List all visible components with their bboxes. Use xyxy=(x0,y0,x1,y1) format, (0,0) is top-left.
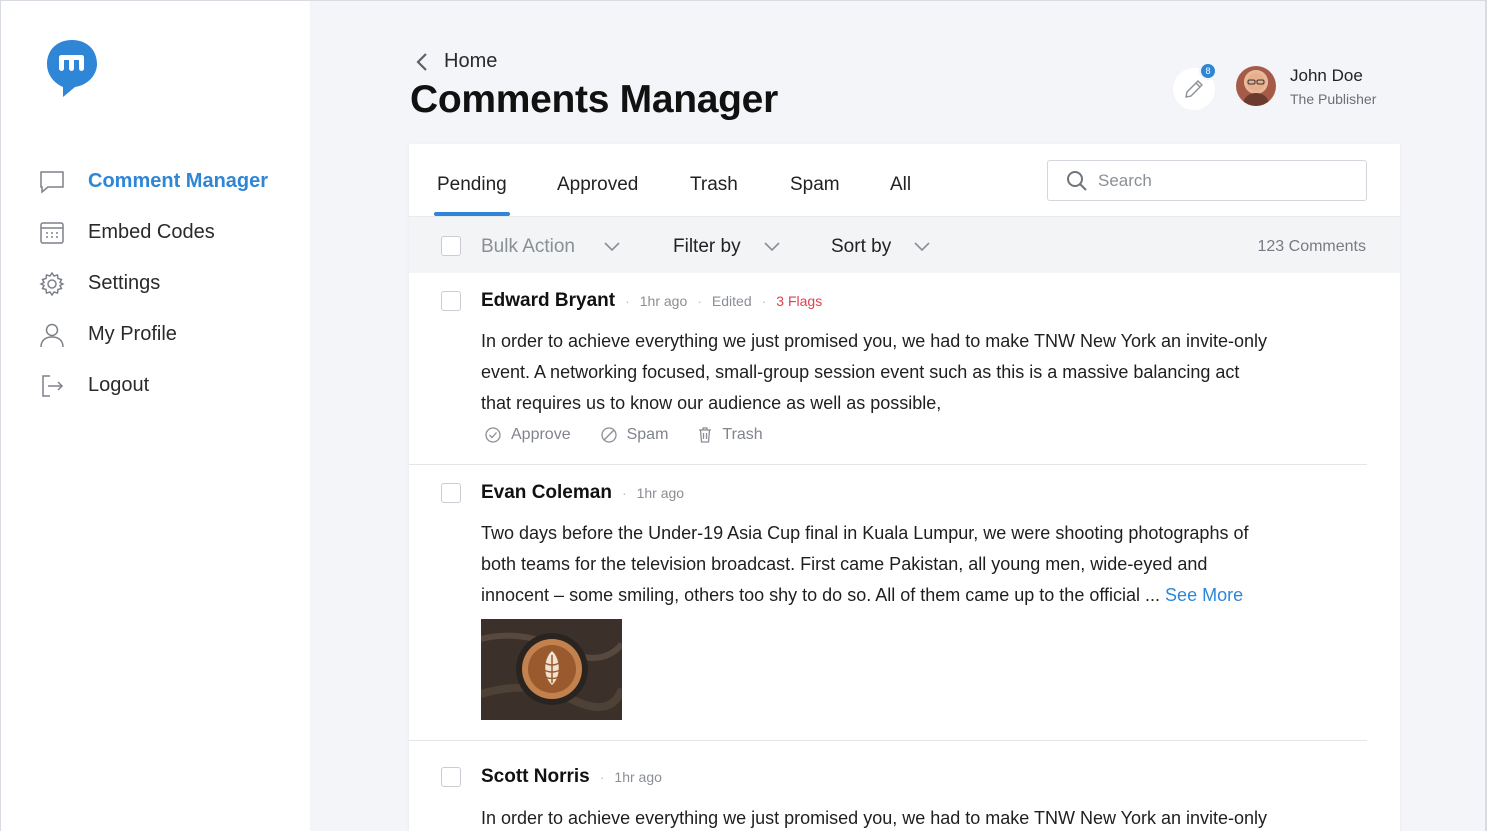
approve-button[interactable]: Approve xyxy=(485,426,571,444)
sort-by-label: Sort by xyxy=(831,236,892,257)
tab-bar: Pending Approved Trash Spam All xyxy=(409,144,1400,216)
breadcrumb-home: Home xyxy=(444,50,498,72)
comment-count: 123 Comments xyxy=(1257,238,1367,255)
sidebar-item-embed-codes[interactable]: Embed Codes xyxy=(38,207,268,258)
logout-icon xyxy=(38,372,66,400)
trash-icon xyxy=(699,427,712,443)
bulk-action-dropdown[interactable]: Bulk Action xyxy=(481,236,621,258)
comment-body: In order to achieve everything we just p… xyxy=(481,326,1311,419)
pencil-icon xyxy=(1185,80,1203,98)
comment-header: Edward Bryant · 1hr ago · Edited · 3 Fla… xyxy=(481,290,822,312)
check-circle-icon xyxy=(485,427,501,443)
user-role: The Publisher xyxy=(1290,91,1377,107)
chevron-down-icon xyxy=(764,242,780,252)
sidebar: Comment Manager Embed Codes Settings My … xyxy=(1,1,310,831)
sidebar-item-comment-manager[interactable]: Comment Manager xyxy=(38,156,268,207)
sidebar-item-settings[interactable]: Settings xyxy=(38,258,268,309)
trash-button[interactable]: Trash xyxy=(698,426,763,444)
select-all-checkbox[interactable] xyxy=(441,236,461,256)
comment-author: Edward Bryant xyxy=(481,290,616,311)
search-box xyxy=(1047,160,1367,201)
page-title: Comments Manager xyxy=(410,78,778,121)
spam-button[interactable]: Spam xyxy=(600,426,669,444)
sidebar-item-my-profile[interactable]: My Profile xyxy=(38,309,268,360)
tab-pending[interactable]: Pending xyxy=(434,174,510,216)
comment-checkbox[interactable] xyxy=(441,291,461,311)
comment-meta: · 1hr ago xyxy=(599,769,662,785)
comment-checkbox[interactable] xyxy=(441,483,461,503)
chevron-left-icon xyxy=(416,52,427,71)
comment-line: innocent – some smiling, others too shy … xyxy=(481,585,1244,605)
comment-header: Scott Norris · 1hr ago xyxy=(481,766,662,788)
spam-label: Spam xyxy=(626,426,669,443)
comment-edited: Edited xyxy=(711,293,752,309)
comment-time: 1hr ago xyxy=(614,769,662,785)
sidebar-item-label: Embed Codes xyxy=(88,221,215,243)
comment-header: Evan Coleman · 1hr ago xyxy=(481,482,684,504)
sidebar-item-label: My Profile xyxy=(88,323,177,345)
comment-meta: · 1hr ago · Edited · 3 Flags xyxy=(625,293,823,309)
tab-all[interactable]: All xyxy=(890,174,911,196)
comment-image[interactable] xyxy=(481,619,622,720)
comment-body: In order to achieve everything we just p… xyxy=(481,803,1311,831)
user-icon xyxy=(38,321,66,349)
block-icon xyxy=(600,427,617,443)
filter-by-label: Filter by xyxy=(673,236,741,257)
trash-label: Trash xyxy=(722,426,763,443)
gear-icon xyxy=(38,270,66,298)
approve-label: Approve xyxy=(511,426,571,443)
comment-line: both teams for the television broadcast.… xyxy=(481,554,1208,574)
comment-line: In order to achieve everything we just p… xyxy=(481,331,1268,351)
comment-item: Evan Coleman · 1hr ago Two days before t… xyxy=(409,465,1367,741)
comment-time: 1hr ago xyxy=(639,293,688,309)
notification-badge: 8 xyxy=(1199,62,1217,80)
sort-by-dropdown[interactable]: Sort by xyxy=(831,236,931,258)
tab-approved[interactable]: Approved xyxy=(557,174,638,196)
comment-meta: · 1hr ago xyxy=(621,485,685,501)
comment-body: Two days before the Under-19 Asia Cup fi… xyxy=(481,518,1311,611)
comment-flags: 3 Flags xyxy=(776,293,823,309)
app-logo-icon[interactable] xyxy=(45,37,99,99)
back-link[interactable]: Home xyxy=(412,50,497,73)
comment-author: Scott Norris xyxy=(481,766,590,787)
filter-by-dropdown[interactable]: Filter by xyxy=(673,236,781,258)
tab-spam[interactable]: Spam xyxy=(790,174,840,196)
comment-line: that requires us to know our audience as… xyxy=(481,393,942,413)
chevron-down-icon xyxy=(604,242,620,252)
see-more-link[interactable]: See More xyxy=(1165,585,1243,605)
user-name: John Doe xyxy=(1290,66,1363,85)
comments-panel: Pending Approved Trash Spam All Bulk Act… xyxy=(409,144,1400,831)
edit-notification-button[interactable]: 8 xyxy=(1173,62,1217,110)
search-icon xyxy=(1067,170,1087,191)
sidebar-item-label: Logout xyxy=(88,374,150,396)
comment-checkbox[interactable] xyxy=(441,767,461,787)
avatar[interactable] xyxy=(1236,66,1276,106)
sidebar-nav: Comment Manager Embed Codes Settings My … xyxy=(38,156,268,411)
main-content: Home Comments Manager 8 John Doe The Pub… xyxy=(310,0,1487,831)
calendar-grid-icon xyxy=(38,219,66,247)
comment-author: Evan Coleman xyxy=(481,482,612,503)
sidebar-item-label: Settings xyxy=(88,272,161,294)
comment-item: Scott Norris · 1hr ago In order to achie… xyxy=(409,741,1367,831)
comment-time: 1hr ago xyxy=(636,485,685,501)
chat-bubble-icon xyxy=(38,168,66,196)
chevron-down-icon xyxy=(914,242,930,252)
bulk-toolbar: Bulk Action Filter by Sort by 123 Commen… xyxy=(409,216,1400,273)
comment-line: In order to achieve everything we just p… xyxy=(481,808,1268,828)
sidebar-item-label: Comment Manager xyxy=(88,170,269,192)
sidebar-item-logout[interactable]: Logout xyxy=(38,360,268,411)
search-input[interactable] xyxy=(1098,170,1348,191)
comment-line: event. A networking focused, small-group… xyxy=(481,362,1240,382)
tab-trash[interactable]: Trash xyxy=(690,174,738,196)
bulk-action-label: Bulk Action xyxy=(481,236,575,257)
comment-line: Two days before the Under-19 Asia Cup fi… xyxy=(481,523,1249,543)
comment-item: Edward Bryant · 1hr ago · Edited · 3 Fla… xyxy=(409,273,1367,465)
comment-actions: Approve Spam Trash xyxy=(485,426,793,444)
